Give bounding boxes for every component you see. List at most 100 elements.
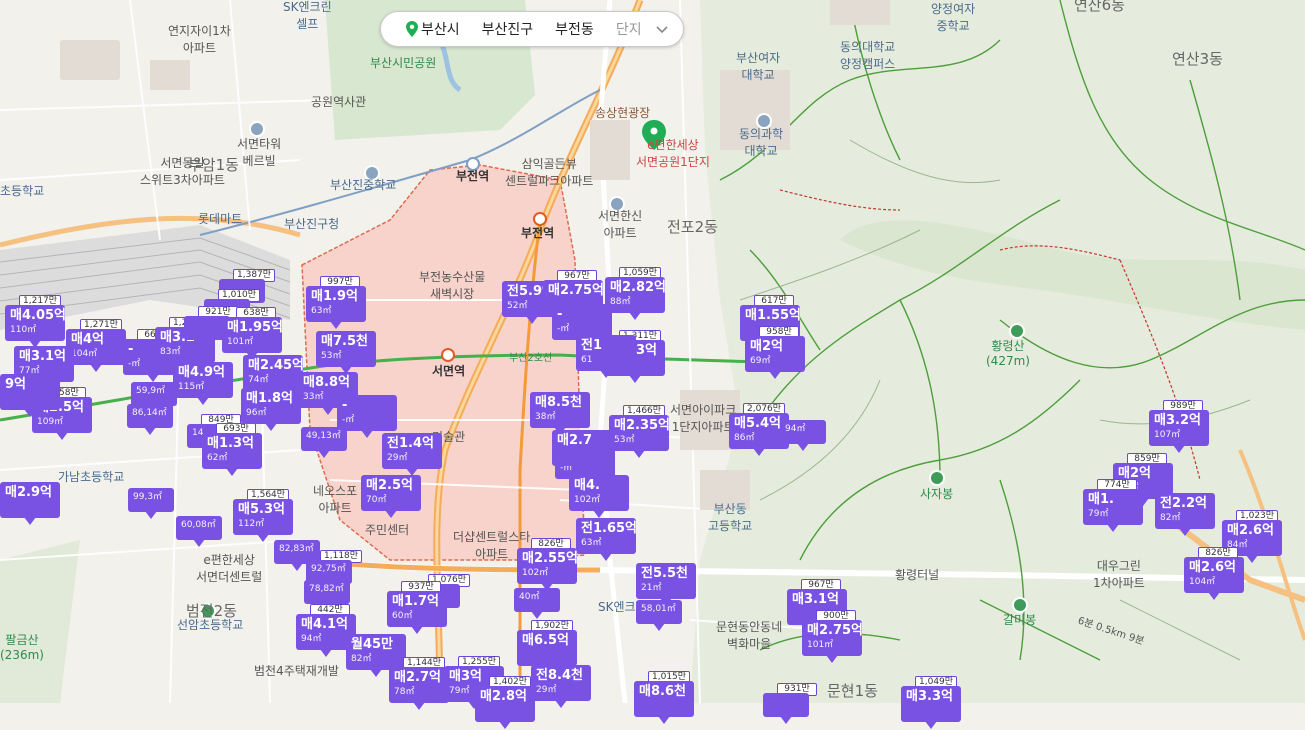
marker-price: 매2.45억 [248, 358, 304, 373]
marker-body: 매8.6천 [634, 681, 694, 717]
map-label: 범천4주택재개발 [254, 664, 339, 678]
price-marker[interactable]: 693만 매1.3억 62㎡ [202, 423, 262, 477]
price-marker[interactable]: 86,14㎡ [127, 404, 173, 435]
marker-body: 매4. 102㎡ [569, 475, 629, 511]
marker-pointer [226, 468, 238, 476]
price-marker[interactable]: 1,059만 매2.82억 88㎡ [605, 267, 666, 321]
marker-body: 매7.5천 53㎡ [316, 331, 376, 367]
price-marker[interactable]: 931만 [763, 683, 817, 724]
marker-price: 매3.2억 [1154, 413, 1201, 428]
marker-body: 60,08㎡ [176, 516, 222, 540]
marker-pointer [201, 339, 213, 347]
price-marker[interactable]: 60,08㎡ [176, 516, 222, 547]
price-marker[interactable]: 1,402만 매2.8억 [475, 676, 535, 730]
marker-area: 53㎡ [614, 435, 635, 445]
marker-body: 매1.7억 60㎡ [387, 591, 447, 627]
marker-price: 매4.05억 [10, 308, 66, 323]
marker-price: - [342, 398, 348, 413]
marker-pointer [555, 700, 567, 708]
marker-pointer [769, 371, 781, 379]
price-marker[interactable]: 1,217만 매4.05억 110㎡ [5, 295, 66, 349]
price-marker[interactable]: 매2.9억 [0, 482, 60, 526]
marker-area: 88㎡ [610, 297, 631, 307]
price-marker[interactable]: 전1 61 [576, 335, 636, 379]
price-marker[interactable]: 1,015만 매8.6천 [634, 671, 694, 725]
price-marker[interactable]: 9억 [0, 374, 60, 418]
price-marker[interactable]: 826만 매2.6억 104㎡ [1184, 547, 1244, 601]
marker-area: 29㎡ [387, 453, 408, 463]
map-label: 동의과학 대학교 [739, 127, 784, 158]
marker-body: 94㎡ [780, 420, 826, 444]
marker-pointer [413, 702, 425, 710]
marker-price: 매1.95억 [227, 320, 283, 335]
price-marker[interactable]: 1,466만 매2.35억 53㎡ [609, 405, 670, 459]
price-marker[interactable]: 매7.5천 53㎡ [316, 331, 376, 375]
marker-body: 매2.45억 74㎡ [243, 355, 304, 391]
location-breadcrumb[interactable]: 부산시 부산진구 부전동 단지 [380, 11, 684, 47]
marker-pointer [257, 534, 269, 542]
subway-station-icon[interactable] [441, 348, 455, 362]
breadcrumb-city[interactable]: 부산시 [395, 19, 471, 39]
price-marker[interactable]: 94㎡ [780, 420, 826, 451]
marker-area: 49,13㎡ [306, 431, 341, 441]
breadcrumb-district[interactable]: 부산진구 [471, 19, 545, 39]
marker-area: 60㎡ [392, 611, 413, 621]
marker-price: 매1.9억 [311, 289, 358, 304]
price-marker[interactable]: 매2.5억 70㎡ [361, 475, 421, 519]
price-marker[interactable]: 826만 매2.55억 102㎡ [517, 538, 578, 592]
price-marker[interactable]: 774만 매1. 79㎡ [1083, 479, 1143, 533]
map-label: 동의대학교 양정캠퍼스 [840, 40, 896, 71]
marker-area: 115㎡ [178, 382, 205, 392]
chevron-down-icon[interactable] [655, 22, 669, 36]
price-marker[interactable]: 1,271만 매4억 104㎡ [66, 319, 126, 373]
price-marker[interactable]: 1,049만 매3.3억 [901, 676, 961, 730]
price-marker[interactable]: 매4.9억 115㎡ [173, 362, 233, 406]
price-marker[interactable]: 1,144만 매2.7억 78㎡ [389, 657, 449, 711]
marker-price: 매2.7억 [394, 670, 441, 685]
price-marker[interactable]: 전2.2억 82㎡ [1155, 493, 1215, 537]
marker-price: 매1.3억 [207, 436, 254, 451]
price-marker[interactable]: 958만 매2억 69㎡ [745, 326, 805, 380]
price-marker[interactable]: 전1.4억 29㎡ [382, 433, 442, 477]
price-marker[interactable]: 997만 매1.9억 63㎡ [306, 276, 366, 330]
map-label: 황령터널 [895, 568, 940, 582]
price-marker[interactable]: 99,3㎡ [128, 488, 174, 519]
price-marker[interactable]: 49,13㎡ [301, 427, 347, 458]
price-marker[interactable]: 매1.8억 96㎡ [241, 388, 301, 432]
marker-area: 53㎡ [321, 351, 342, 361]
marker-price: 매3.1억 [792, 592, 839, 607]
marker-body: 매2.7억 78㎡ [389, 667, 449, 703]
map-label: 공원역사관 [311, 95, 367, 109]
price-marker[interactable]: 58,01㎡ [636, 600, 682, 631]
marker-pointer [370, 669, 382, 677]
price-marker[interactable]: 매4. 102㎡ [569, 475, 629, 519]
price-marker[interactable]: 전8.4천 29㎡ [531, 665, 591, 709]
marker-body: 매2.55억 102㎡ [517, 548, 578, 584]
marker-price: - [557, 307, 563, 322]
price-marker[interactable]: 1,564만 매5.3억 112㎡ [233, 489, 293, 543]
price-marker[interactable]: 989만 매3.2억 107㎡ [1149, 400, 1209, 454]
marker-area: 102㎡ [574, 495, 601, 505]
map-label: 팔금산 (236m) [0, 633, 44, 662]
price-marker[interactable]: 900만 매2.75억 101㎡ [802, 610, 863, 664]
marker-pointer [797, 443, 809, 451]
breadcrumb-complex-dropdown[interactable]: 단지 [605, 19, 653, 39]
price-marker[interactable]: 937만 매1.7억 60㎡ [387, 581, 447, 635]
marker-price: 매4억 [71, 332, 104, 347]
marker-price: 전8.4천 [536, 668, 583, 683]
marker-area: 86,14㎡ [132, 408, 167, 418]
marker-body: 전1.4억 29㎡ [382, 433, 442, 469]
price-marker[interactable]: 전1.65억 63㎡ [576, 518, 637, 562]
marker-area: 96㎡ [246, 408, 267, 418]
breadcrumb-label: 부산시 [421, 22, 460, 38]
marker-price: 전2.2억 [1160, 496, 1207, 511]
marker-area: 94㎡ [301, 634, 322, 644]
mountain-icon[interactable] [929, 470, 945, 486]
price-marker[interactable]: 매2.7 [552, 430, 612, 474]
marker-body: 매2.82억 88㎡ [605, 277, 666, 313]
breadcrumb-dong[interactable]: 부전동 [544, 19, 605, 39]
marker-area: -㎡ [342, 415, 355, 425]
marker-area: 94㎡ [785, 424, 806, 434]
marker-pointer [265, 423, 277, 431]
price-marker[interactable]: 40㎡ [514, 588, 560, 619]
